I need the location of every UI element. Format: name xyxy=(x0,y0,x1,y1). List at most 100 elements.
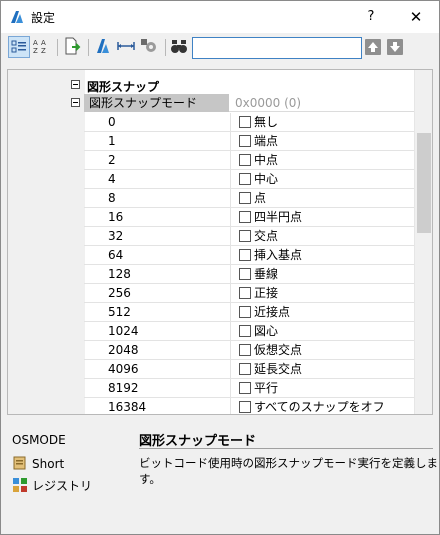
description-divider xyxy=(139,448,433,449)
arrow-up-icon xyxy=(368,42,378,52)
osnap-option-row[interactable]: 4 中心 xyxy=(84,170,414,189)
description-title: 図形スナップモード xyxy=(139,434,257,449)
option-checkbox[interactable] xyxy=(239,287,251,299)
osnap-option-row[interactable]: 128 垂線 xyxy=(84,265,414,284)
option-value-cell[interactable]: 点 xyxy=(231,189,414,207)
scrollbar-thumb[interactable] xyxy=(417,133,431,233)
osnap-option-row[interactable]: 16 四半円点 xyxy=(84,208,414,227)
collapse-icon[interactable] xyxy=(71,80,80,89)
option-checkbox[interactable] xyxy=(239,249,251,261)
option-checkbox[interactable] xyxy=(239,401,251,413)
arrow-down-icon xyxy=(390,42,400,52)
option-bit-value: 16384 xyxy=(84,398,231,414)
option-value-cell[interactable]: 交点 xyxy=(231,227,414,245)
option-label: すべてのスナップをオフ xyxy=(254,400,385,414)
option-value-cell[interactable]: 挿入基点 xyxy=(231,246,414,264)
svg-text:Z: Z xyxy=(41,47,46,55)
option-label: 交点 xyxy=(254,229,279,243)
view-registry-label: レジストリ xyxy=(32,479,93,493)
option-checkbox[interactable] xyxy=(239,230,251,242)
vertical-scrollbar[interactable] xyxy=(414,70,432,414)
osnap-option-row[interactable]: 256 正接 xyxy=(84,284,414,303)
categorized-view-button[interactable] xyxy=(8,36,30,58)
svg-text:A: A xyxy=(33,39,38,47)
next-match-button[interactable] xyxy=(387,39,403,55)
option-value-cell[interactable]: 中点 xyxy=(231,151,414,169)
alphabetical-view-button[interactable]: A Z A Z xyxy=(31,36,53,58)
option-bit-value: 32 xyxy=(84,227,231,245)
option-bit-value: 64 xyxy=(84,246,231,264)
option-value-cell[interactable]: 垂線 xyxy=(231,265,414,283)
storage-icon xyxy=(13,456,26,470)
title-bar: 設定 ? ✕ xyxy=(1,1,439,33)
option-checkbox[interactable] xyxy=(239,154,251,166)
view-registry[interactable]: レジストリ xyxy=(12,477,92,493)
help-button[interactable]: ? xyxy=(359,5,383,29)
osnap-option-row[interactable]: 16384 すべてのスナップをオフ xyxy=(84,398,414,414)
gear-settings-button[interactable] xyxy=(139,36,161,58)
option-bit-value: 512 xyxy=(84,303,231,321)
osnap-option-row[interactable]: 1 端点 xyxy=(84,132,414,151)
option-value-cell[interactable]: 正接 xyxy=(231,284,414,302)
option-value-cell[interactable]: 延長交点 xyxy=(231,360,414,378)
collapse-icon[interactable] xyxy=(71,98,80,107)
osnap-option-row[interactable]: 0 無し xyxy=(84,113,414,132)
option-checkbox[interactable] xyxy=(239,211,251,223)
group-row-osnap[interactable]: 図形スナップ xyxy=(8,76,414,94)
option-bit-value: 2048 xyxy=(84,341,231,359)
close-button[interactable]: ✕ xyxy=(404,5,428,29)
osnap-mode-row[interactable]: 図形スナップモード 0x0000 (0) xyxy=(71,94,414,112)
osnap-option-row[interactable]: 4096 延長交点 xyxy=(84,360,414,379)
app-logo-icon xyxy=(11,11,23,23)
osnap-option-row[interactable]: 2048 仮想交点 xyxy=(84,341,414,360)
variable-name: OSMODE xyxy=(12,433,66,447)
option-checkbox[interactable] xyxy=(239,268,251,280)
option-value-cell[interactable]: 端点 xyxy=(231,132,414,150)
osnap-option-row[interactable]: 32 交点 xyxy=(84,227,414,246)
option-value-cell[interactable]: 近接点 xyxy=(231,303,414,321)
option-checkbox[interactable] xyxy=(239,135,251,147)
option-checkbox[interactable] xyxy=(239,116,251,128)
osnap-option-row[interactable]: 64 挿入基点 xyxy=(84,246,414,265)
app-settings-button[interactable] xyxy=(93,36,115,58)
option-value-cell[interactable]: すべてのスナップをオフ xyxy=(231,398,414,414)
settings-dialog: 設定 ? ✕ A Z A Z 図形スナップ 図形スナップモード 0x0000 (… xyxy=(0,0,440,535)
toolbar-separator xyxy=(165,39,166,56)
export-button[interactable] xyxy=(62,36,84,58)
option-value-cell[interactable]: 平行 xyxy=(231,379,414,397)
osnap-option-row[interactable]: 8点 xyxy=(84,189,414,208)
option-checkbox[interactable] xyxy=(239,344,251,356)
dimension-button[interactable] xyxy=(116,36,138,58)
search-input[interactable] xyxy=(192,37,362,59)
search-button[interactable] xyxy=(169,36,191,58)
option-value-cell[interactable]: 四半円点 xyxy=(231,208,414,226)
option-checkbox[interactable] xyxy=(239,306,251,318)
svg-text:A: A xyxy=(41,39,46,47)
option-checkbox[interactable] xyxy=(239,382,251,394)
option-checkbox[interactable] xyxy=(239,192,251,204)
option-checkbox[interactable] xyxy=(239,325,251,337)
option-checkbox[interactable] xyxy=(239,363,251,375)
osnap-option-row[interactable]: 2 中点 xyxy=(84,151,414,170)
option-checkbox[interactable] xyxy=(239,173,251,185)
gear-settings-icon xyxy=(141,39,156,52)
toolbar-separator xyxy=(88,39,89,56)
option-value-cell[interactable]: 無し xyxy=(231,113,414,131)
osnap-option-row[interactable]: 512 近接点 xyxy=(84,303,414,322)
export-icon xyxy=(65,37,81,55)
osnap-option-row[interactable]: 8192 平行 xyxy=(84,379,414,398)
option-value-cell[interactable]: 中心 xyxy=(231,170,414,188)
option-label: 近接点 xyxy=(254,305,291,319)
option-label: 垂線 xyxy=(254,267,279,281)
osnap-option-row[interactable]: 1024 図心 xyxy=(84,322,414,341)
previous-match-button[interactable] xyxy=(365,39,381,55)
option-label: 延長交点 xyxy=(254,362,303,376)
dimension-icon xyxy=(117,42,135,50)
view-short[interactable]: Short xyxy=(12,455,64,471)
option-label: 仮想交点 xyxy=(254,343,303,357)
option-value-cell[interactable]: 図心 xyxy=(231,322,414,340)
settings-tree: 図形スナップ 図形スナップモード 0x0000 (0) 0 無し 1 端点 2 中点 4 中心… xyxy=(7,69,433,415)
window-title: 設定 xyxy=(31,11,56,25)
osnap-mode-label: 図形スナップモード xyxy=(84,94,229,112)
option-value-cell[interactable]: 仮想交点 xyxy=(231,341,414,359)
